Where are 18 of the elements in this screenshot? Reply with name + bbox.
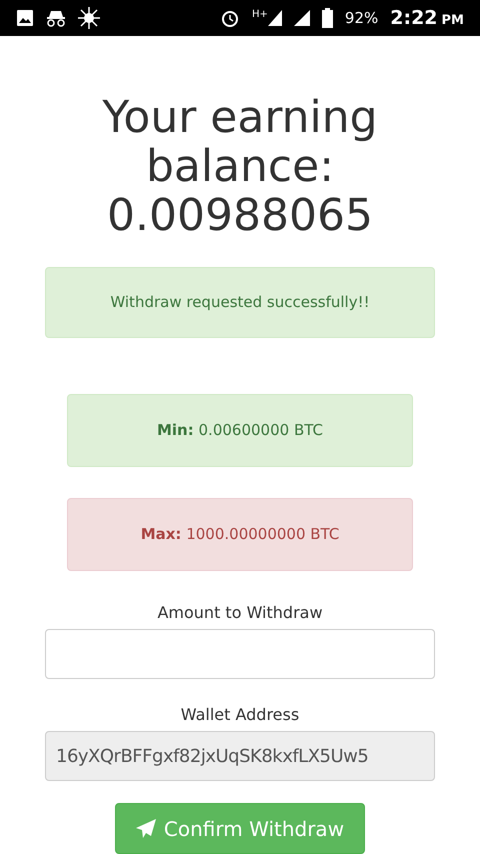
sparkle-icon bbox=[78, 7, 100, 29]
battery-icon bbox=[322, 8, 333, 28]
field-label: Amount to Withdraw bbox=[157, 602, 323, 624]
battery-percent: 92% bbox=[344, 8, 378, 29]
input-field[interactable] bbox=[45, 629, 435, 679]
clock-period: PM bbox=[442, 12, 464, 30]
limit-alert: Min: 0.00600000 BTC bbox=[67, 394, 413, 467]
send-icon bbox=[136, 818, 156, 838]
field-label: Wallet Address bbox=[180, 704, 300, 726]
image-icon bbox=[16, 9, 34, 27]
network-type: H+ bbox=[252, 10, 268, 20]
clock-time: 2:22 bbox=[390, 6, 438, 31]
signal-icon bbox=[294, 10, 310, 26]
signal-icon bbox=[268, 10, 282, 26]
balance-title: Your earning balance: 0.00988065 bbox=[101, 93, 379, 240]
success-alert: Withdraw requested successfully!! bbox=[45, 267, 435, 338]
limit-alert: Max: 1000.00000000 BTC bbox=[67, 498, 413, 571]
alarm-icon bbox=[220, 8, 240, 28]
